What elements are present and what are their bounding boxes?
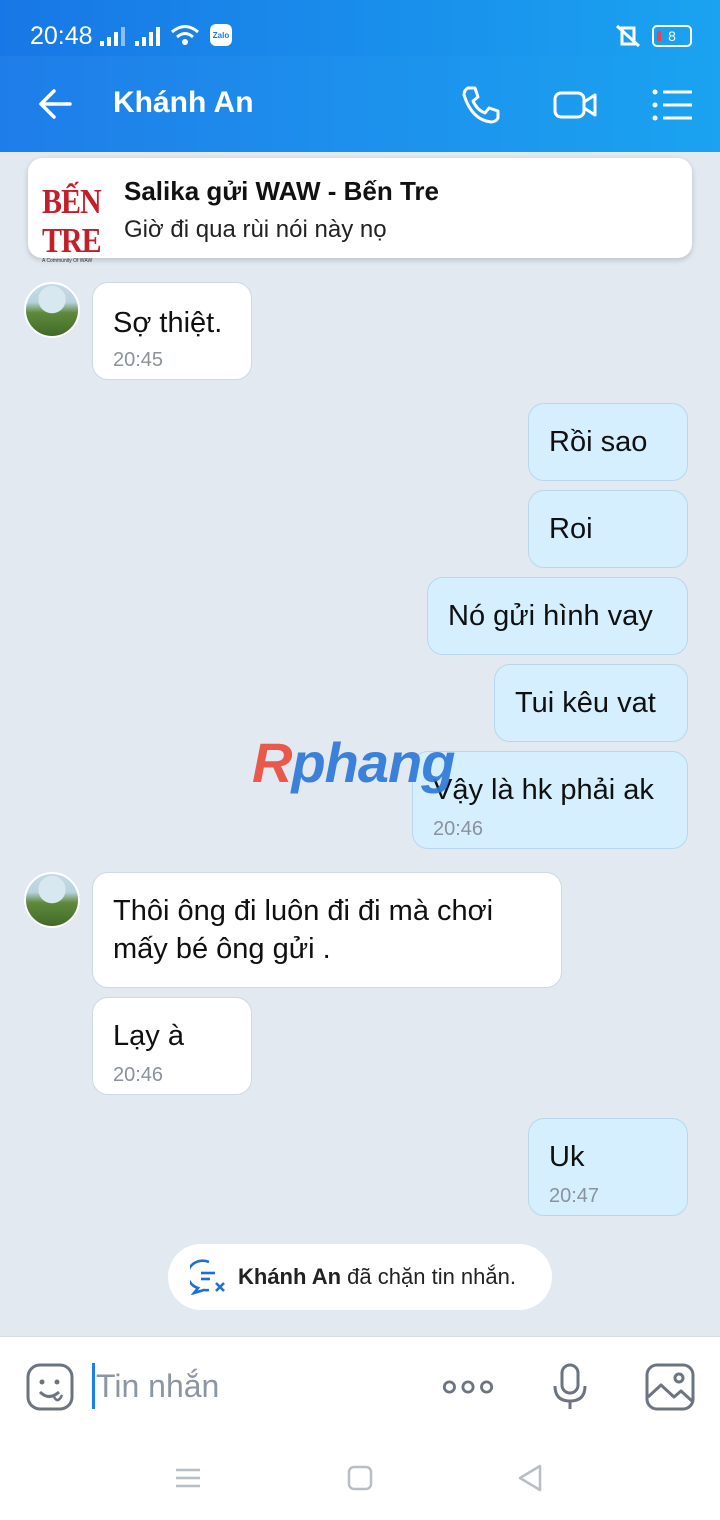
blocked-notice: Khánh An đã chặn tin nhắn. [168,1244,552,1310]
more-options-icon[interactable] [442,1361,494,1413]
message-composer [0,1336,720,1436]
message-text: Vậy là hk phải ak [433,774,654,806]
message-bubble[interactable]: Uk 20:47 [528,1118,688,1216]
pinned-message[interactable]: BẾN TRE A Community Of WAW Salika gửi WA… [28,158,692,264]
chat-header: Khánh An [0,56,720,152]
message-time: 20:45 [113,349,164,371]
video-call-icon[interactable] [552,82,598,128]
message-bubble[interactable]: Tui kêu vat [494,664,688,742]
message-bubble[interactable]: Rồi sao [528,403,688,481]
pinned-text: Giờ đi qua rùi nói này nọ [124,216,387,243]
menu-list-icon[interactable] [650,82,696,128]
message-text: Roi [549,513,593,545]
message-bubble[interactable]: Sợ thiệt. 20:45 [92,282,252,380]
status-time: 20:48 [30,22,93,50]
microphone-icon[interactable] [544,1361,596,1413]
message-bubble[interactable]: Nó gửi hình vay [427,577,688,655]
message-text: mấy bé ông gửi . [113,933,331,965]
message-text: Tui kêu vat [515,687,656,719]
pinned-title: Salika gửi WAW - Bến Tre [124,176,440,206]
message-text: Uk [549,1141,585,1173]
battery-icon: 8 [652,25,692,47]
system-nav-bar [0,1436,720,1520]
back-nav-icon[interactable] [512,1460,548,1496]
recent-apps-icon[interactable] [170,1460,206,1496]
rphang-watermark: Rphang [252,731,455,794]
emoji-sticker-icon[interactable] [24,1361,76,1413]
status-right: 8 [614,24,692,48]
message-bubble[interactable]: Lạy à 20:46 [92,997,252,1095]
phone-call-icon[interactable] [458,82,504,128]
avatar[interactable] [24,282,80,338]
message-bubble[interactable]: Thôi ông đi luôn đi đi mà chơi mấy bé ôn… [92,872,562,988]
signal-icon [100,26,125,46]
home-icon[interactable] [342,1460,378,1496]
signal-icon-2 [135,26,160,46]
message-input[interactable] [96,1363,416,1409]
message-text: Rồi sao [549,426,648,458]
back-arrow-icon[interactable] [36,84,76,124]
blocked-chat-icon [190,1259,225,1295]
vibrate-mute-icon [615,24,641,48]
avatar[interactable] [24,872,80,928]
contact-name[interactable]: Khánh An [113,86,254,120]
blocked-notice-text: Khánh An đã chặn tin nhắn. [238,1264,516,1289]
message-text: Lạy à [113,1020,184,1052]
ben-tre-logo: BẾN TRE A Community Of WAW [42,182,102,264]
message-bubble[interactable]: Roi [528,490,688,568]
message-time: 20:46 [433,818,484,840]
status-icons: Zalo [100,24,232,46]
message-text: Sợ thiệt. [113,307,223,339]
message-time: 20:46 [113,1064,164,1086]
status-bar: 20:48 Zalo 8 [0,0,720,56]
message-text: Nó gửi hình vay [448,600,653,632]
text-cursor [92,1363,95,1409]
zalo-notification-icon: Zalo [210,24,232,46]
message-time: 20:47 [549,1185,600,1207]
wifi-icon [171,25,199,45]
message-text: Thôi ông đi luôn đi đi mà chơi [113,895,494,927]
image-gallery-icon[interactable] [644,1361,696,1413]
